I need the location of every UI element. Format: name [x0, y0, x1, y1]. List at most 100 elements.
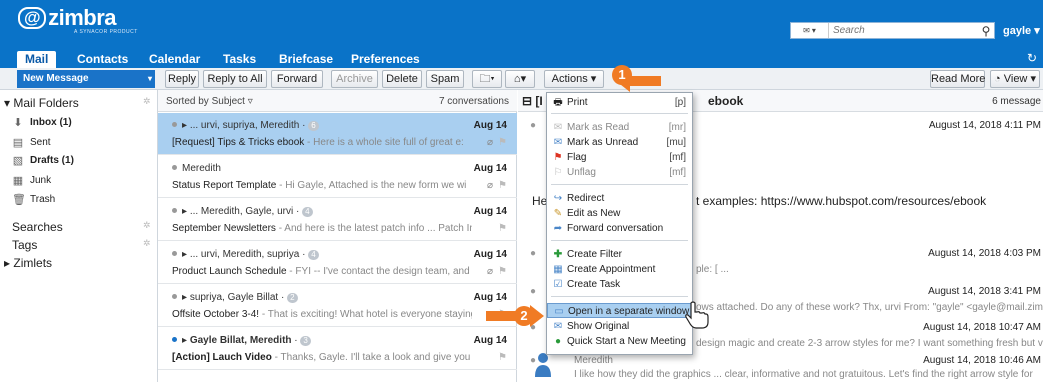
conversation-date: Aug 14 — [473, 249, 507, 260]
menu-item-mark-unread[interactable]: ✉ Mark as Unread [mu] — [547, 135, 692, 150]
folder-trash[interactable]: 🗑 Trash — [12, 193, 55, 206]
delete-button[interactable]: Delete — [382, 70, 422, 88]
conversation-date: Aug 14 — [473, 292, 507, 303]
menu-divider — [551, 296, 688, 297]
message-dot: ● — [530, 248, 537, 259]
count-badge: 4 — [308, 250, 319, 260]
menu-item-redirect[interactable]: ↪ Redirect — [547, 191, 692, 206]
zimbra-logo[interactable]: @ zimbra A SYNACOR PRODUCT — [18, 5, 137, 35]
meeting-icon: ● — [554, 336, 562, 347]
redirect-icon: ↪ — [553, 193, 563, 204]
conversation-row[interactable]: ▸ Gayle Billat, Meredith · 3 Aug 14 [Act… — [158, 328, 517, 370]
menu-item-print[interactable]: 🖶 Print [p] — [547, 95, 692, 110]
flag-icon[interactable]: ⚑ — [498, 266, 507, 277]
message-fragment: design magic and create 2-3 arrow styles… — [696, 338, 1043, 349]
tab-calendar[interactable]: Calendar — [149, 51, 200, 68]
menu-item-forward-conversation[interactable]: ➦ Forward conversation — [547, 221, 692, 236]
move-button[interactable]: 🗀▾ — [472, 70, 502, 88]
conversation-row[interactable]: ▸ ... urvi, supriya, Meredith · 6 Aug 14… — [158, 113, 517, 155]
hand-cursor-icon — [685, 301, 709, 329]
conversation-date: Aug 14 — [473, 163, 507, 174]
folder-sent[interactable]: ▤ Sent — [12, 136, 51, 149]
chevron-down-icon: ▾ — [1030, 73, 1036, 85]
message-fragment: ple: [ ... — [696, 264, 729, 275]
mail-folders-header[interactable]: ▾ Mail Folders — [4, 96, 79, 110]
menu-item-flag[interactable]: ⚑ Flag [mf] — [547, 150, 692, 165]
chevron-down-icon: ▾ — [520, 73, 527, 85]
trash-icon: 🗑 — [12, 194, 26, 206]
flag-icon[interactable]: ⚑ — [498, 223, 507, 234]
flag-icon[interactable]: ⚑ — [498, 352, 507, 363]
tag-button[interactable]: ⌂▾ — [505, 70, 535, 88]
read-more-button[interactable]: Read More — [930, 70, 985, 88]
appointment-icon: ▦ — [553, 264, 563, 275]
conversation-row[interactable]: Meredith Aug 14 Status Report Template -… — [158, 156, 517, 198]
collapse-icon[interactable]: ⊟ — [522, 94, 532, 108]
search-scope-select[interactable]: ✉ ▾ — [791, 23, 829, 38]
conversation-row[interactable]: ▸ ... Meredith, Gayle, urvi · 4 Aug 14 S… — [158, 199, 517, 241]
count-badge: 3 — [300, 336, 311, 346]
junk-icon: ▦ — [12, 175, 24, 187]
menu-item-create-filter[interactable]: ✚ Create Filter — [547, 247, 692, 262]
spam-button[interactable]: Spam — [426, 70, 464, 88]
status-dot — [172, 122, 177, 127]
sort-by-subject[interactable]: Sorted by Subject ▿ — [166, 96, 253, 107]
search-icon[interactable]: ⚲ — [978, 24, 994, 38]
flag-icon[interactable]: ⚑ — [498, 137, 507, 148]
menu-item-create-appointment[interactable]: ▦ Create Appointment — [547, 262, 692, 277]
refresh-icon[interactable]: ↻ — [1027, 51, 1037, 65]
mark-unread-icon: ✉ — [553, 137, 563, 148]
tags-header[interactable]: Tags — [12, 238, 37, 252]
conversation-fragment: - Here is a whole site full of great e: — [304, 137, 464, 148]
message-count: 6 message — [992, 96, 1041, 107]
actions-menu: 🖶 Print [p] ✉ Mark as Read [mr] ✉ Mark as Unr… — [546, 92, 693, 355]
print-icon: 🖶 — [553, 97, 563, 108]
count-badge: 2 — [287, 293, 298, 303]
tag-icon: ⌂ — [513, 73, 521, 85]
gear-icon[interactable]: ✲ — [143, 238, 151, 249]
reply-button[interactable]: Reply — [165, 70, 199, 88]
menu-item-unflag[interactable]: ⚐ Unflag [mf] — [547, 165, 692, 180]
reply-all-button[interactable]: Reply to All — [203, 70, 267, 88]
forward-button[interactable]: Forward — [271, 70, 323, 88]
status-dot — [172, 294, 177, 299]
menu-item-quick-start-meeting[interactable]: ● Quick Start a New Meeting — [547, 334, 692, 349]
message-date: August 14, 2018 10:47 AM — [923, 322, 1041, 333]
tab-mail[interactable]: Mail — [17, 51, 57, 68]
new-message-button[interactable]: New Message ▾ — [17, 70, 155, 88]
gear-icon[interactable]: ✲ — [143, 96, 151, 107]
inbox-icon: ⬇ — [13, 117, 23, 129]
menu-item-create-task[interactable]: ☑ Create Task — [547, 277, 692, 292]
flag-icon[interactable]: ⚑ — [498, 180, 507, 191]
searches-header[interactable]: Searches — [12, 220, 63, 234]
tab-contacts[interactable]: Contacts — [77, 51, 128, 68]
tab-tasks[interactable]: Tasks — [223, 51, 256, 68]
menu-item-mark-read[interactable]: ✉ Mark as Read [mr] — [547, 120, 692, 135]
tab-preferences[interactable]: Preferences — [351, 51, 420, 68]
menu-item-show-original[interactable]: ✉ Show Original — [547, 319, 692, 334]
zimlets-header[interactable]: ▸ Zimlets — [4, 256, 52, 270]
conversation-subject: Status Report Template — [172, 180, 277, 191]
view-button[interactable]: ◔ View ▾ — [990, 70, 1040, 88]
window-icon: ▭ — [554, 306, 564, 317]
menu-item-edit-as-new[interactable]: ✎ Edit as New — [547, 206, 692, 221]
logo-mark: @ — [18, 7, 47, 29]
chevron-down-icon: ▾ — [1034, 25, 1040, 37]
menu-item-open-separate-window[interactable]: ▭ Open in a separate window — [547, 303, 692, 318]
archive-button[interactable]: Archive — [331, 70, 378, 88]
folder-drafts[interactable]: ▧ Drafts (1) — [12, 154, 74, 167]
conversation-fragment: - Hi Gayle, Attached is the new form we … — [276, 180, 467, 191]
user-menu[interactable]: gayle ▾ — [1003, 24, 1040, 37]
search-input[interactable] — [829, 23, 978, 38]
status-dot — [172, 165, 177, 170]
folder-inbox[interactable]: ⬇ Inbox (1) — [12, 116, 71, 129]
actions-button[interactable]: Actions ▾ — [544, 70, 604, 88]
conversation-row[interactable]: ▸ supriya, Gayle Billat · 2 Aug 14 Offsi… — [158, 285, 517, 327]
conversation-subject: Product Launch Schedule — [172, 266, 287, 277]
folder-junk[interactable]: ▦ Junk — [12, 174, 51, 187]
flag-icon: ⚑ — [553, 152, 563, 163]
tab-briefcase[interactable]: Briefcase — [279, 51, 333, 68]
conversation-row[interactable]: ▸ ... urvi, Meredith, supriya · 4 Aug 14… — [158, 242, 517, 284]
conversation-subject: [Action] Lauch Video — [172, 352, 272, 363]
gear-icon[interactable]: ✲ — [143, 220, 151, 231]
